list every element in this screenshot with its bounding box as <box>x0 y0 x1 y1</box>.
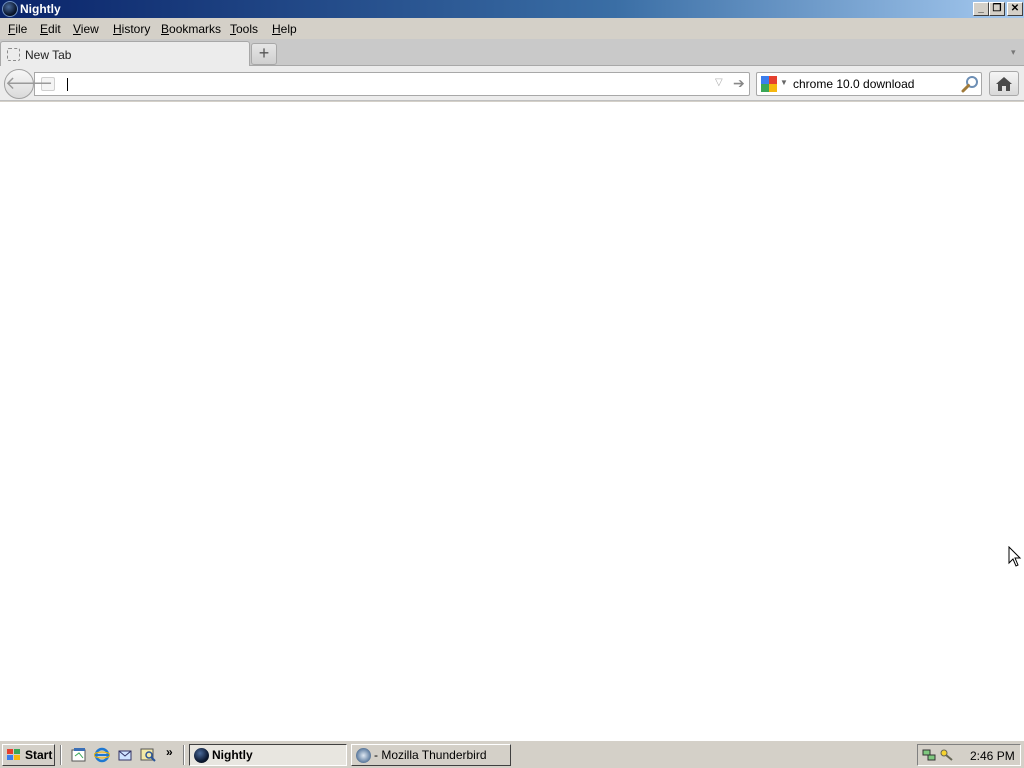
thunderbird-icon <box>356 748 371 763</box>
minimize-button[interactable]: _ <box>973 2 989 16</box>
start-label: Start <box>25 748 53 762</box>
magnifier-icon[interactable] <box>961 75 979 93</box>
nightly-icon <box>194 748 209 763</box>
task-button-nightly[interactable]: Nightly <box>189 744 347 766</box>
menu-tools[interactable]: Tools <box>230 22 258 36</box>
system-clock: 2:46 PM <box>970 749 1015 763</box>
show-desktop-icon[interactable] <box>71 747 87 763</box>
windows-logo-icon <box>7 749 20 760</box>
tab-strip: New Tab + ▾ <box>0 39 1024 66</box>
close-button[interactable]: ✕ <box>1007 2 1023 16</box>
task-label: Nightly <box>212 748 253 762</box>
nightly-app-icon <box>2 1 18 17</box>
tab-list-dropdown-icon[interactable]: ▾ <box>1011 47 1016 58</box>
menu-help[interactable]: Help <box>272 22 297 36</box>
search-input[interactable] <box>793 76 958 92</box>
engine-dropdown-icon[interactable]: ▼ <box>780 78 788 87</box>
text-caret <box>67 78 68 91</box>
tab-label: New Tab <box>25 48 72 62</box>
url-input[interactable] <box>69 76 709 92</box>
history-dropdown-icon[interactable]: ▽ <box>715 77 723 88</box>
taskbar-divider <box>60 745 62 765</box>
home-button[interactable] <box>989 71 1019 96</box>
window-titlebar[interactable]: Nightly _ ❐ ✕ <box>0 0 1024 18</box>
navigation-toolbar: ▽ ➔ 🡐 ▼ <box>0 66 1024 101</box>
menu-edit[interactable]: Edit <box>40 22 61 36</box>
new-tab-button[interactable]: + <box>251 43 277 65</box>
internet-explorer-icon[interactable] <box>94 747 110 763</box>
menu-view[interactable]: View <box>73 22 99 36</box>
home-icon <box>996 77 1012 91</box>
go-arrow-icon[interactable]: ➔ <box>733 75 745 92</box>
network-icon[interactable] <box>922 748 936 762</box>
quick-launch-more[interactable]: » <box>166 745 173 759</box>
page-content[interactable] <box>0 102 1024 740</box>
search-icon[interactable] <box>140 747 156 763</box>
url-bar[interactable]: ▽ ➔ <box>34 72 750 96</box>
tab-new-tab[interactable]: New Tab <box>0 41 250 66</box>
security-key-icon[interactable] <box>940 748 954 762</box>
back-button[interactable]: 🡐 <box>4 69 53 99</box>
restore-button[interactable]: ❐ <box>989 2 1005 16</box>
system-tray: 2:46 PM <box>917 744 1021 766</box>
menu-history[interactable]: History <box>113 22 150 36</box>
mouse-pointer-icon <box>1008 546 1022 567</box>
taskbar-divider <box>183 745 185 765</box>
search-bar[interactable]: ▼ <box>756 72 982 96</box>
window-title: Nightly <box>20 2 61 16</box>
menu-bookmarks[interactable]: Bookmarks <box>161 22 221 36</box>
outlook-express-icon[interactable] <box>117 747 133 763</box>
task-button-thunderbird[interactable]: - Mozilla Thunderbird <box>351 744 511 766</box>
menu-bar: File Edit View History Bookmarks Tools H… <box>0 18 1024 39</box>
menu-file[interactable]: File <box>8 22 27 36</box>
blank-page-icon <box>7 48 20 61</box>
task-label: - Mozilla Thunderbird <box>374 748 487 762</box>
start-button[interactable]: Start <box>2 744 55 766</box>
back-arrow-icon: 🡐 <box>5 73 54 93</box>
google-icon[interactable] <box>761 76 777 92</box>
taskbar: Start » Nightly - Mozilla Thunderbird 2:… <box>0 740 1024 768</box>
